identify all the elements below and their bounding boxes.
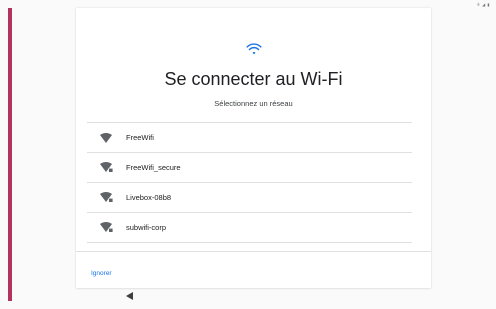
network-list: FreeWifi FreeWifi_secure Livebox-08b8 su…: [87, 122, 412, 252]
network-name: FreeWifi: [126, 133, 154, 142]
page-subtitle: Sélectionnez un réseau: [214, 99, 293, 108]
wifi-setup-card: Se connecter au Wi-Fi Sélectionnez un ré…: [76, 8, 431, 288]
wifi-signal-icon: [100, 132, 114, 144]
network-row-freewifi[interactable]: FreeWifi: [87, 123, 412, 153]
network-name: Livebox-08b8: [126, 193, 172, 202]
network-name: subwifi-corp: [126, 223, 167, 232]
wifi-signal-lock-icon: [100, 162, 114, 174]
wifi-icon: [76, 42, 431, 60]
back-triangle-icon[interactable]: [124, 291, 134, 301]
wifi-signal-lock-icon: [100, 192, 114, 204]
left-accent-bar: [8, 8, 12, 301]
network-name: FreeWifi_secure: [126, 163, 181, 172]
network-row-livebox[interactable]: Livebox-08b8: [87, 183, 412, 213]
footer-divider: [76, 251, 431, 252]
network-row-freewifi-secure[interactable]: FreeWifi_secure: [87, 153, 412, 183]
skip-button[interactable]: Ignorer: [91, 270, 112, 277]
status-bar-icons: ⁜ ◢ ▮: [476, 2, 490, 7]
page-title: Se connecter au Wi-Fi: [164, 69, 343, 89]
wifi-signal-lock-icon: [100, 222, 114, 234]
network-row-subwifi-corp[interactable]: subwifi-corp: [87, 213, 412, 243]
